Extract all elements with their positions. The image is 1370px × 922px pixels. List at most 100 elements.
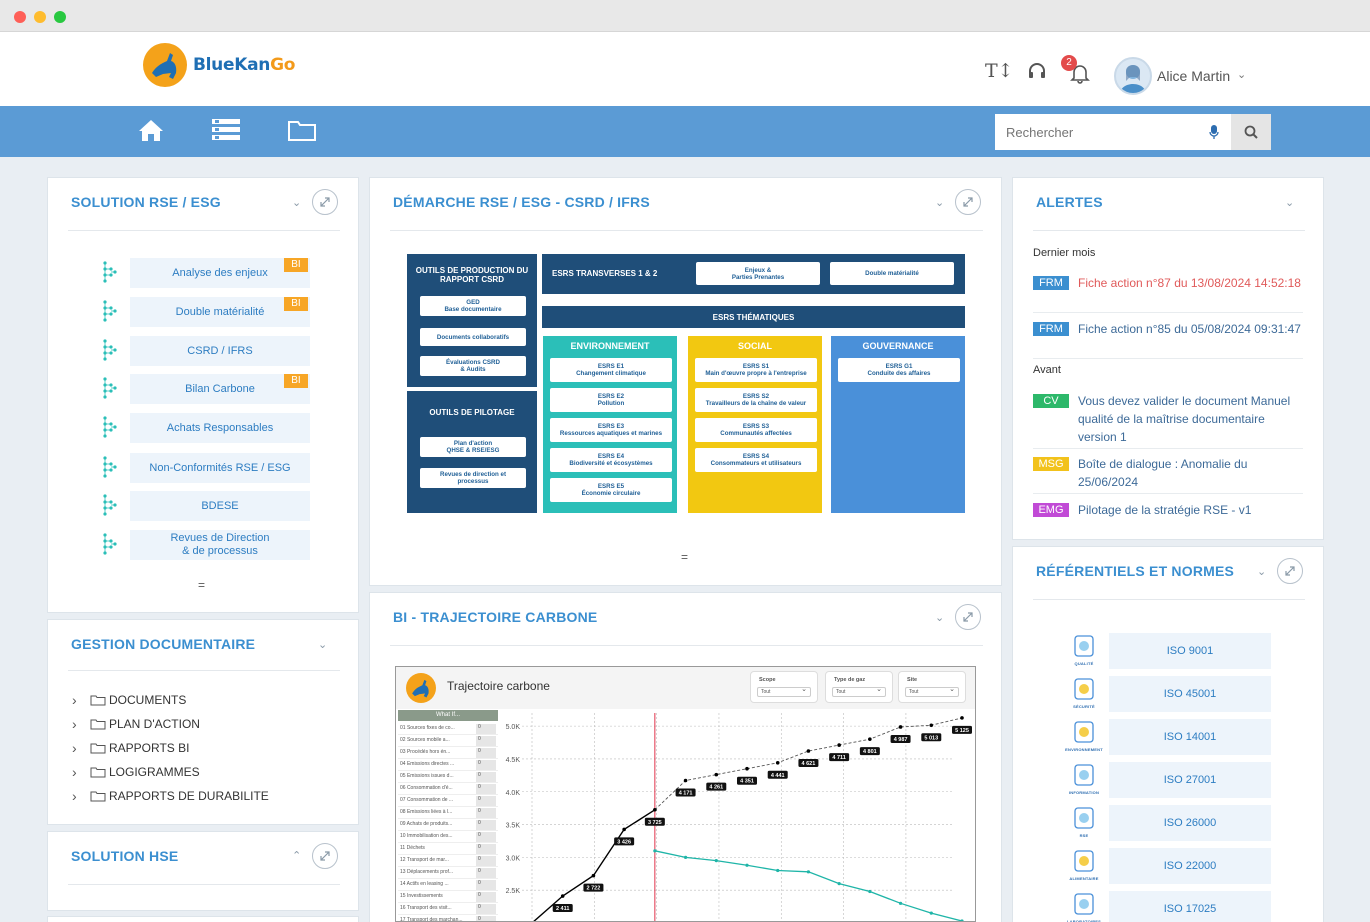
alert-text[interactable]: Fiche action n°87 du 13/08/2024 14:52:18 [1078, 274, 1303, 292]
diagram-button[interactable]: Documents collaboratifs [420, 328, 526, 346]
whatif-value[interactable]: 0 [476, 820, 496, 830]
rse-item-button[interactable]: CSRD / IFRS [130, 336, 310, 366]
folder-icon[interactable] [288, 118, 316, 147]
rse-item[interactable]: Revues de Direction & de processus [100, 530, 360, 560]
rse-item[interactable]: Bilan Carbone BI [100, 374, 360, 404]
bi-filter[interactable]: Site Tout ⌄ [898, 671, 966, 703]
iso-item[interactable]: SÉCURITÉ ISO 45001 [1065, 676, 1325, 712]
diagram-button[interactable]: Évaluations CSRD & Audits [420, 356, 526, 376]
whatif-value[interactable]: 0 [476, 808, 496, 818]
expand-icon[interactable] [312, 843, 338, 869]
whatif-row[interactable]: 02 Sources mobile a... 0 [398, 735, 498, 747]
rse-item-button[interactable]: Non-Conformités RSE / ESG [130, 453, 310, 483]
rse-item-button[interactable]: Double matérialité [130, 297, 310, 327]
iso-button[interactable]: ISO 9001 [1109, 633, 1271, 669]
whatif-value[interactable]: 0 [476, 736, 496, 746]
whatif-value[interactable]: 0 [476, 868, 496, 878]
iso-item[interactable]: RSE ISO 26000 [1065, 805, 1325, 841]
diagram-button[interactable]: ESRS E2 Pollution [550, 388, 672, 412]
chevron-right-icon[interactable]: › [72, 740, 90, 756]
iso-item[interactable]: INFORMATION ISO 27001 [1065, 762, 1325, 798]
collapse-chevron-icon[interactable]: ⌄ [1257, 565, 1266, 578]
whatif-value[interactable]: 0 [476, 772, 496, 782]
alert-item[interactable]: MSG Boîte de dialogue : Anomalie du 25/06… [1033, 455, 1303, 491]
iso-button[interactable]: ISO 14001 [1109, 719, 1271, 755]
doc-tree-item[interactable]: › RAPPORTS DE DURABILITE [72, 788, 269, 804]
rse-item[interactable]: Non-Conformités RSE / ESG [100, 453, 360, 483]
rse-item-button[interactable]: Analyse des enjeux [130, 258, 310, 288]
diagram-button[interactable]: ESRS S1 Main d'œuvre propre à l'entrepri… [695, 358, 817, 382]
bi-badge[interactable]: BI [284, 374, 308, 388]
rse-item[interactable]: Double matérialité BI [100, 297, 360, 327]
diagram-button[interactable]: Enjeux & Parties Prenantes [696, 262, 820, 285]
whatif-value[interactable]: 0 [476, 880, 496, 890]
whatif-value[interactable]: 0 [476, 904, 496, 914]
rse-item-button[interactable]: Achats Responsables [130, 413, 310, 443]
iso-button[interactable]: ISO 27001 [1109, 762, 1271, 798]
diagram-button[interactable]: GED Base documentaire [420, 296, 526, 316]
maximize-window-icon[interactable] [54, 11, 66, 23]
more-handle[interactable]: = [681, 550, 688, 564]
whatif-value[interactable]: 0 [476, 784, 496, 794]
diagram-button[interactable]: ESRS S4 Consommateurs et utilisateurs [695, 448, 817, 472]
headset-icon[interactable] [1027, 62, 1047, 85]
iso-item[interactable]: ENVIRONNEMENT ISO 14001 [1065, 719, 1325, 755]
diagram-button[interactable]: ESRS E3 Ressources aquatiques et marines [550, 418, 672, 442]
expand-chevron-icon[interactable]: ⌄ [292, 848, 301, 861]
expand-icon[interactable] [1277, 558, 1303, 584]
minimize-window-icon[interactable] [34, 11, 46, 23]
alert-item[interactable]: EMG Pilotage de la stratégie RSE - v1 [1033, 501, 1303, 521]
whatif-row[interactable]: 13 Déplacements prof... 0 [398, 867, 498, 879]
rse-item[interactable]: BDESE [100, 491, 360, 521]
collapse-chevron-icon[interactable]: ⌄ [318, 638, 327, 651]
whatif-value[interactable]: 0 [476, 856, 496, 866]
whatif-row[interactable]: 01 Sources fixes de co... 0 [398, 723, 498, 735]
rse-item[interactable]: Analyse des enjeux BI [100, 258, 360, 288]
home-icon[interactable] [138, 118, 164, 147]
whatif-row[interactable]: 16 Transport des visit... 0 [398, 903, 498, 915]
bi-filter-select[interactable]: Tout ⌄ [757, 686, 811, 697]
whatif-row[interactable]: 17 Transport des marchan... 0 [398, 915, 498, 921]
user-avatar[interactable] [1114, 57, 1152, 95]
bi-filter[interactable]: Type de gaz Tout ⌄ [825, 671, 893, 703]
doc-tree-item[interactable]: › DOCUMENTS [72, 692, 186, 708]
chevron-right-icon[interactable]: › [72, 692, 90, 708]
iso-button[interactable]: ISO 26000 [1109, 805, 1271, 841]
alert-item[interactable]: FRM Fiche action n°85 du 05/08/2024 09:31… [1033, 320, 1303, 356]
more-handle[interactable]: = [198, 578, 205, 592]
whatif-value[interactable]: 0 [476, 796, 496, 806]
whatif-row[interactable]: 03 Procédés hors én... 0 [398, 747, 498, 759]
text-size-icon[interactable]: T↕ [985, 60, 1014, 82]
collapse-chevron-icon[interactable]: ⌄ [935, 196, 944, 209]
rse-item[interactable]: CSRD / IFRS [100, 336, 360, 366]
bi-badge[interactable]: BI [284, 297, 308, 311]
alert-text[interactable]: Pilotage de la stratégie RSE - v1 [1078, 501, 1303, 519]
rse-item-button[interactable]: Bilan Carbone [130, 374, 310, 404]
whatif-row[interactable]: 10 Immobilisation des... 0 [398, 831, 498, 843]
user-name[interactable]: Alice Martin [1157, 68, 1230, 84]
whatif-row[interactable]: 12 Transport de mar... 0 [398, 855, 498, 867]
bi-filter-select[interactable]: Tout ⌄ [832, 686, 886, 697]
whatif-row[interactable]: 09 Achats de produits... 0 [398, 819, 498, 831]
collapse-chevron-icon[interactable]: ⌄ [935, 611, 944, 624]
diagram-button[interactable]: ESRS S3 Communautés affectées [695, 418, 817, 442]
iso-button[interactable]: ISO 17025 [1109, 891, 1271, 922]
bi-filter-select[interactable]: Tout ⌄ [905, 686, 959, 697]
whatif-value[interactable]: 0 [476, 916, 496, 921]
whatif-value[interactable]: 0 [476, 724, 496, 734]
whatif-value[interactable]: 0 [476, 844, 496, 854]
whatif-row[interactable]: 04 Emissions directes ... 0 [398, 759, 498, 771]
iso-item[interactable]: QUALITÉ ISO 9001 [1065, 633, 1325, 669]
whatif-row[interactable]: 08 Emissions liées à l... 0 [398, 807, 498, 819]
diagram-button[interactable]: ESRS G1 Conduite des affaires [838, 358, 960, 382]
doc-tree-item[interactable]: › LOGIGRAMMES [72, 764, 200, 780]
whatif-value[interactable]: 0 [476, 892, 496, 902]
diagram-button[interactable]: ESRS E4 Biodiversité et écosystèmes [550, 448, 672, 472]
collapse-chevron-icon[interactable]: ⌄ [1285, 196, 1294, 209]
alert-item[interactable]: CV Vous devez valider le document Manuel … [1033, 392, 1303, 446]
doc-tree-item[interactable]: › RAPPORTS BI [72, 740, 189, 756]
close-window-icon[interactable] [14, 11, 26, 23]
whatif-row[interactable]: 11 Déchets 0 [398, 843, 498, 855]
diagram-button[interactable]: ESRS S2 Travailleurs de la chaîne de val… [695, 388, 817, 412]
rse-item-button[interactable]: BDESE [130, 491, 310, 521]
